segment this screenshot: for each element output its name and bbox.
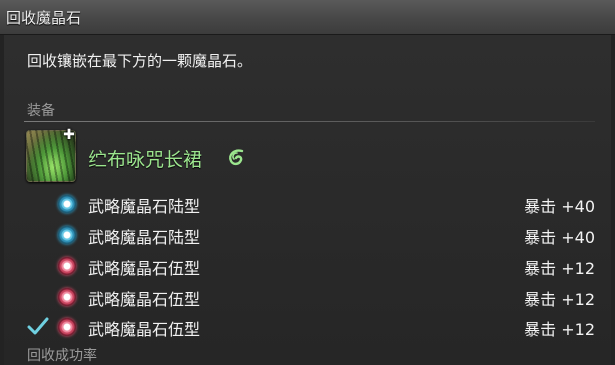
materia-orb-blue-icon: [58, 195, 76, 213]
materia-name: 武略魔晶石陆型: [88, 197, 201, 216]
equipment-section-label: 装备: [27, 103, 55, 119]
window-title: 回收魔晶石: [6, 9, 82, 27]
materia-stat: 暴击 +12: [524, 290, 595, 309]
materia-row-selected[interactable]: 武略魔晶石伍型 暴击 +12: [0, 313, 615, 341]
materia-row[interactable]: 武略魔晶石伍型 暴击 +12: [0, 283, 615, 311]
description-text: 回收镶嵌在最下方的一颗魔晶石。: [27, 52, 253, 70]
materia-name: 武略魔晶石伍型: [88, 290, 201, 309]
materia-name: 武略魔晶石伍型: [88, 259, 201, 278]
materia-stat: 暴击 +40: [524, 228, 595, 247]
materia-row[interactable]: 武略魔晶石伍型 暴击 +12: [0, 252, 615, 280]
window-title-bar[interactable]: 回收魔晶石: [0, 0, 615, 35]
materia-row[interactable]: 武略魔晶石陆型 暴击 +40: [0, 190, 615, 218]
equipment-item-name: 纻布咏咒长裙: [88, 149, 203, 171]
materia-stat: 暴击 +12: [524, 259, 595, 278]
materia-stat: 暴击 +40: [524, 197, 595, 216]
materia-orb-blue-icon: [58, 226, 76, 244]
equipment-divider: [24, 121, 595, 122]
success-rate-section-label: 回收成功率: [27, 348, 97, 364]
materia-orb-red-icon: [58, 318, 76, 336]
add-plus-icon: ✚: [63, 127, 75, 143]
materia-orb-red-icon: [58, 257, 76, 275]
checkmark-icon: [27, 317, 49, 335]
materia-name: 武略魔晶石陆型: [88, 228, 201, 247]
materia-row[interactable]: 武略魔晶石陆型 暴击 +40: [0, 221, 615, 249]
materia-stat: 暴击 +12: [524, 320, 595, 339]
hq-icon: [229, 149, 244, 166]
materia-name: 武略魔晶石伍型: [88, 320, 201, 339]
materia-orb-red-icon: [58, 288, 76, 306]
